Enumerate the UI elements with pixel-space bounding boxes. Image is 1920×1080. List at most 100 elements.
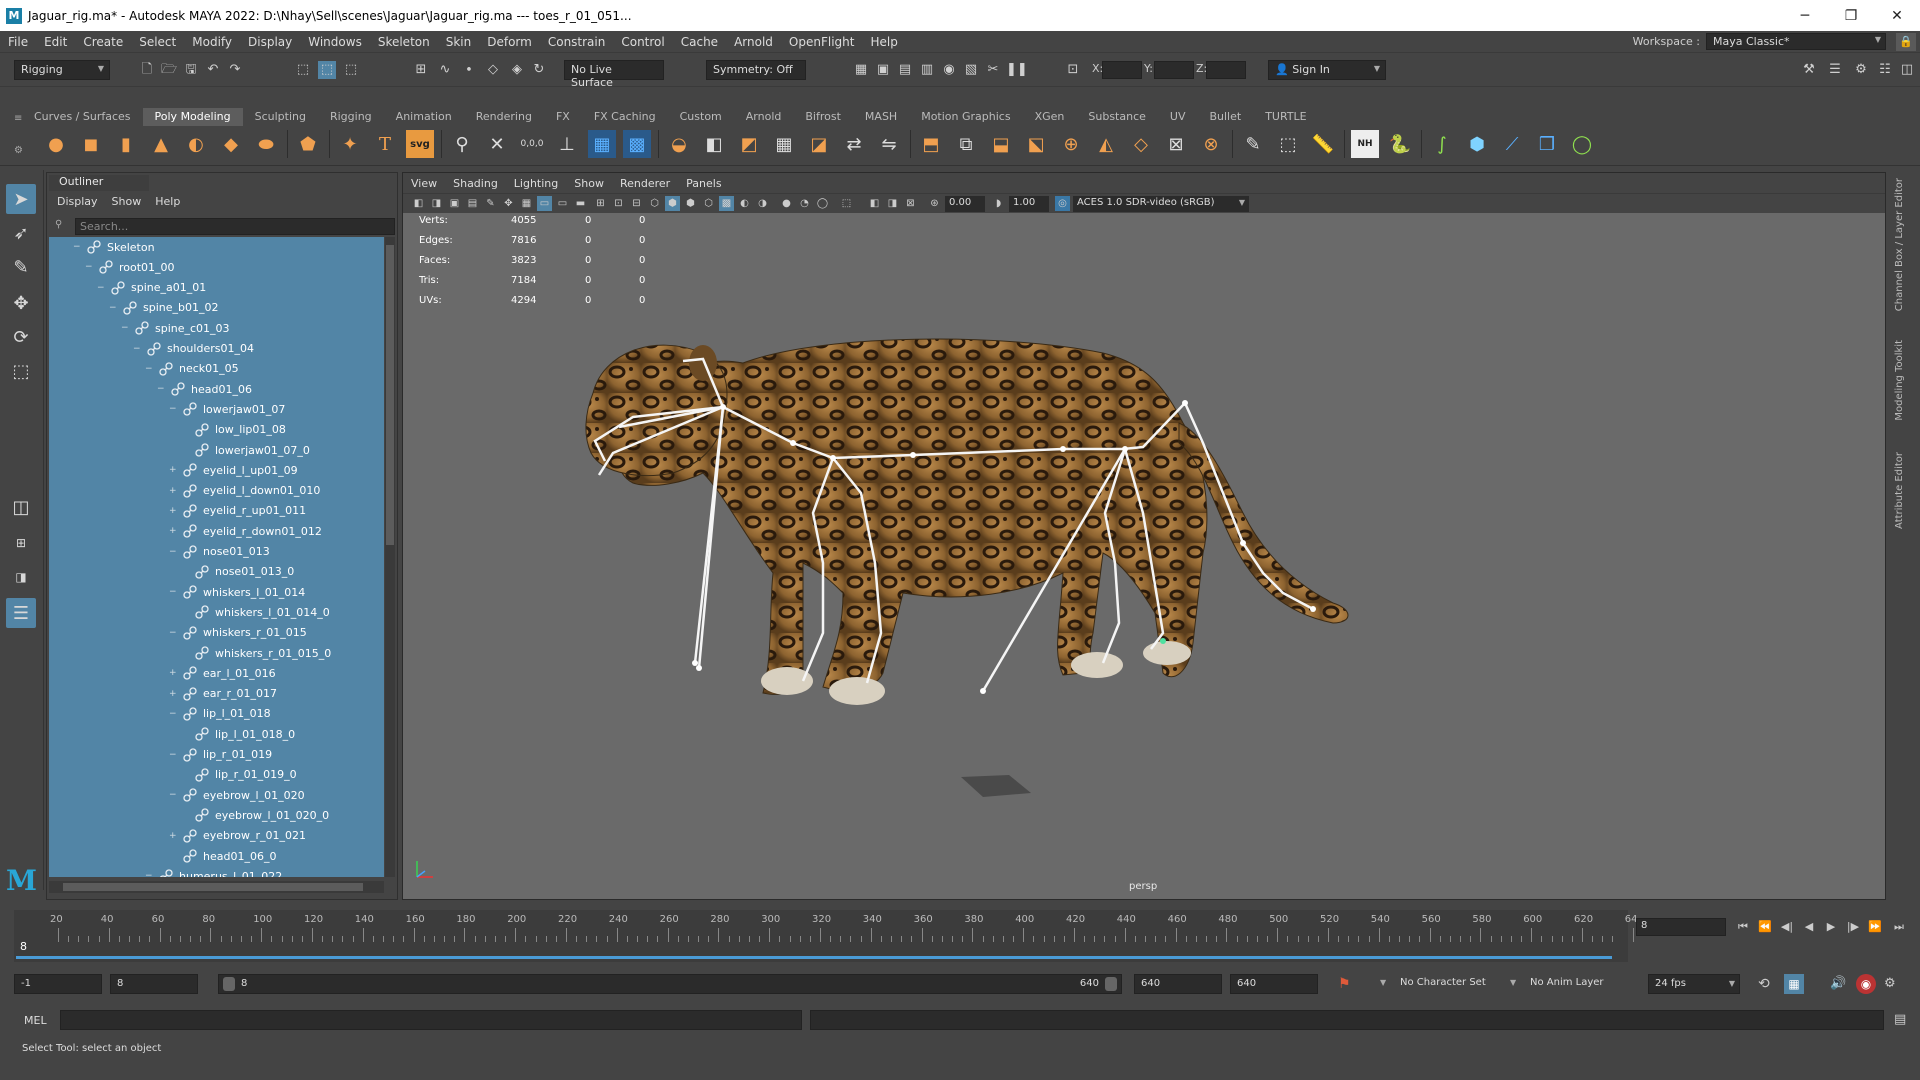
freeze-transform-icon[interactable]: 0,0,0	[518, 130, 546, 158]
expand-toggle-icon[interactable]: −	[85, 262, 95, 272]
slash-tool-icon[interactable]: ⟋	[1498, 130, 1526, 158]
outliner-search-input[interactable]: Search...	[75, 218, 395, 235]
render-setup-icon[interactable]: ▧	[962, 61, 980, 79]
camera-attr-icon[interactable]: ◨	[429, 196, 444, 211]
poly-cube-icon[interactable]: ◼	[77, 130, 105, 158]
expand-toggle-icon[interactable]: −	[157, 384, 167, 394]
open-scene-icon[interactable]: 🗁	[160, 61, 178, 79]
single-view-icon[interactable]: ◫	[6, 492, 36, 522]
outliner-item[interactable]: whiskers_r_01_015_0	[181, 643, 331, 663]
expand-toggle-icon[interactable]: −	[169, 790, 179, 800]
playback-start-field[interactable]: 8	[110, 974, 198, 994]
poly-cylinder-icon[interactable]: ▮	[112, 130, 140, 158]
play-backward-icon[interactable]: ◀	[1800, 918, 1818, 936]
transform-mode-icon[interactable]: ⊡	[1064, 61, 1082, 79]
viewport-menu-view[interactable]: View	[403, 177, 445, 190]
separate-icon[interactable]: ◧	[700, 130, 728, 158]
shadows-icon[interactable]: ◑	[755, 196, 770, 211]
light-editor-icon[interactable]: ✂	[984, 61, 1002, 79]
expand-toggle-icon[interactable]: −	[109, 303, 119, 313]
measure-icon[interactable]: 📏	[1309, 130, 1337, 158]
render-view-icon[interactable]: ▦	[852, 61, 870, 79]
symmetry-dropdown[interactable]: Symmetry: Off	[706, 60, 806, 80]
two-view-icon[interactable]: ◨	[6, 562, 36, 592]
smooth-shade-icon[interactable]: ⬢	[665, 196, 680, 211]
menu-deform[interactable]: Deform	[479, 35, 540, 49]
menu-select[interactable]: Select	[131, 35, 184, 49]
shelf-tab-curves-surfaces[interactable]: Curves / Surfaces	[22, 108, 143, 126]
platonic-solid-icon[interactable]: ⬟	[294, 130, 322, 158]
hypershade-icon[interactable]: ◉	[940, 61, 958, 79]
expand-toggle-icon[interactable]: −	[73, 242, 83, 252]
new-scene-icon[interactable]: 🗋	[138, 61, 156, 79]
snap-grid-icon[interactable]: ⊞	[412, 61, 430, 79]
shelf-tab-rendering[interactable]: Rendering	[464, 108, 544, 126]
shelf-tab-turtle[interactable]: TURTLE	[1253, 108, 1318, 126]
tab-modeling-toolkit[interactable]: Modeling Toolkit	[1894, 340, 1905, 421]
bookmark-icon[interactable]: ▣	[447, 196, 462, 211]
outliner-item[interactable]: − eyebrow_l_01_020	[169, 785, 305, 805]
outliner-item[interactable]: eyebrow_l_01_020_0	[181, 805, 329, 825]
move-tool-icon[interactable]: ✥	[6, 288, 36, 318]
multi-cut-icon[interactable]: ◇	[1127, 130, 1155, 158]
outliner-item[interactable]: + eyelid_r_up01_011	[169, 501, 306, 521]
attribute-editor-icon[interactable]: ☰	[1826, 61, 1844, 79]
go-to-end-icon[interactable]: ⏭	[1890, 918, 1908, 936]
layer-editor-icon[interactable]: ◫	[1898, 61, 1916, 79]
grease-pencil-icon[interactable]: ✎	[483, 196, 498, 211]
outliner-item[interactable]: − lip_l_01_018	[169, 704, 271, 724]
safe-title-icon[interactable]: ⊟	[629, 196, 644, 211]
xray-active-icon[interactable]: ⊠	[903, 196, 918, 211]
bridge-icon[interactable]: ⧉	[952, 130, 980, 158]
python-script-icon[interactable]: 🐍	[1386, 130, 1414, 158]
outliner-item[interactable]: − head01_06	[157, 379, 252, 399]
paint-select-icon[interactable]: ✎	[6, 252, 36, 282]
step-forward-frame-icon[interactable]: |▶	[1844, 918, 1862, 936]
curve-tool-icon[interactable]: ∫	[1428, 130, 1456, 158]
camera-select-icon[interactable]: ◧	[411, 196, 426, 211]
time-slider[interactable]: 20 40 60 80 100 120 140 160 180 200 220 240 260 280 30…	[14, 910, 1638, 962]
outliner-item[interactable]: − whiskers_r_01_015	[169, 623, 307, 643]
outliner-hscrollbar[interactable]	[49, 881, 384, 893]
chevron-down-icon[interactable]: ▼	[1380, 978, 1386, 987]
cube-wire-icon[interactable]: ⬢	[1463, 130, 1491, 158]
outliner-item[interactable]: head01_06_0	[169, 846, 276, 866]
combine-icon[interactable]: ◒	[665, 130, 693, 158]
expand-toggle-icon[interactable]: +	[169, 486, 179, 496]
color-management-icon[interactable]: ◎	[1055, 196, 1070, 211]
uv-snapshot-icon[interactable]: ▩	[623, 130, 651, 158]
outliner-item[interactable]: − shoulders01_04	[133, 339, 254, 359]
fill-hole-icon[interactable]: ⬕	[1022, 130, 1050, 158]
outliner-item[interactable]: + ear_l_01_016	[169, 663, 276, 683]
field-chart-icon[interactable]: ⊞	[593, 196, 608, 211]
outliner-layout-icon[interactable]: ☰	[6, 598, 36, 628]
gamma-icon[interactable]: ◗	[991, 196, 1006, 211]
snap-surface-icon[interactable]: ◈	[508, 61, 526, 79]
selected-joint[interactable]	[1160, 638, 1166, 644]
default-material-icon[interactable]: ⬢	[683, 196, 698, 211]
shelf-tab-bifrost[interactable]: Bifrost	[793, 108, 853, 126]
mirror-icon[interactable]: ⇄	[840, 130, 868, 158]
delete-history-icon[interactable]: ✕	[483, 130, 511, 158]
outliner-item[interactable]: low_lip01_08	[181, 420, 286, 440]
outliner-item[interactable]: − lowerjaw01_07	[169, 399, 285, 419]
cache-playback-icon[interactable]: ▦	[1784, 974, 1804, 994]
go-to-start-icon[interactable]: ⏮	[1734, 918, 1752, 936]
outliner-item[interactable]: + eyelid_r_down01_012	[169, 521, 322, 541]
chevron-down-icon[interactable]: ▼	[1510, 978, 1516, 987]
menu-arnold[interactable]: Arnold	[726, 35, 781, 49]
current-frame-field[interactable]: 8	[1636, 918, 1726, 936]
menu-cache[interactable]: Cache	[673, 35, 726, 49]
extrude-icon[interactable]: ⬒	[917, 130, 945, 158]
pause-viewport-icon[interactable]: ❚❚	[1006, 61, 1028, 79]
expand-toggle-icon[interactable]: +	[169, 668, 179, 678]
draw-curve-icon[interactable]: ✎	[1239, 130, 1267, 158]
shelf-tab-sculpting[interactable]: Sculpting	[243, 108, 318, 126]
render-frame-icon[interactable]: ▣	[874, 61, 892, 79]
restore-icon[interactable]: ❐	[1828, 0, 1874, 31]
outliner-item[interactable]: − humerus_l_01_022	[145, 866, 282, 877]
outliner-item[interactable]: lowerjaw01_07_0	[181, 440, 310, 460]
record-icon[interactable]: ◉	[1856, 974, 1876, 994]
expand-toggle-icon[interactable]: −	[133, 344, 143, 354]
menu-file[interactable]: File	[0, 35, 36, 49]
